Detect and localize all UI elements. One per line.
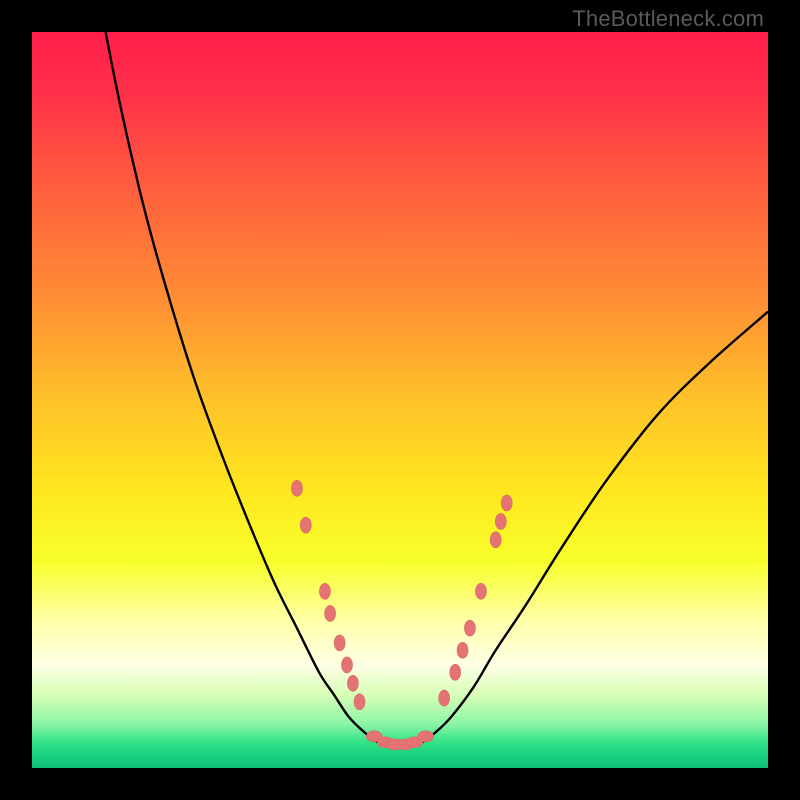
- marker-dot: [475, 583, 486, 599]
- marker-dot: [501, 495, 512, 511]
- marker-dot: [418, 731, 434, 742]
- attribution-watermark: TheBottleneck.com: [572, 6, 764, 32]
- marker-dot: [464, 620, 475, 636]
- chart-overlay: [32, 32, 768, 768]
- marker-dot: [439, 690, 450, 706]
- marker-dot: [457, 642, 468, 658]
- plot-area: [32, 32, 768, 768]
- marker-dot: [291, 480, 302, 496]
- bottleneck-curve: [106, 32, 768, 746]
- marker-dot: [300, 517, 311, 533]
- marker-dot: [342, 657, 353, 673]
- marker-dot: [347, 675, 358, 691]
- marker-dot: [325, 605, 336, 621]
- right-branch-markers: [439, 495, 513, 706]
- marker-dot: [450, 664, 461, 680]
- marker-dot: [354, 694, 365, 710]
- chart-frame: TheBottleneck.com: [0, 0, 800, 800]
- marker-dot: [334, 635, 345, 651]
- marker-dot: [319, 583, 330, 599]
- bottom-flat-markers: [366, 731, 434, 750]
- left-branch-markers: [291, 480, 365, 709]
- marker-dot: [495, 513, 506, 529]
- marker-dot: [490, 532, 501, 548]
